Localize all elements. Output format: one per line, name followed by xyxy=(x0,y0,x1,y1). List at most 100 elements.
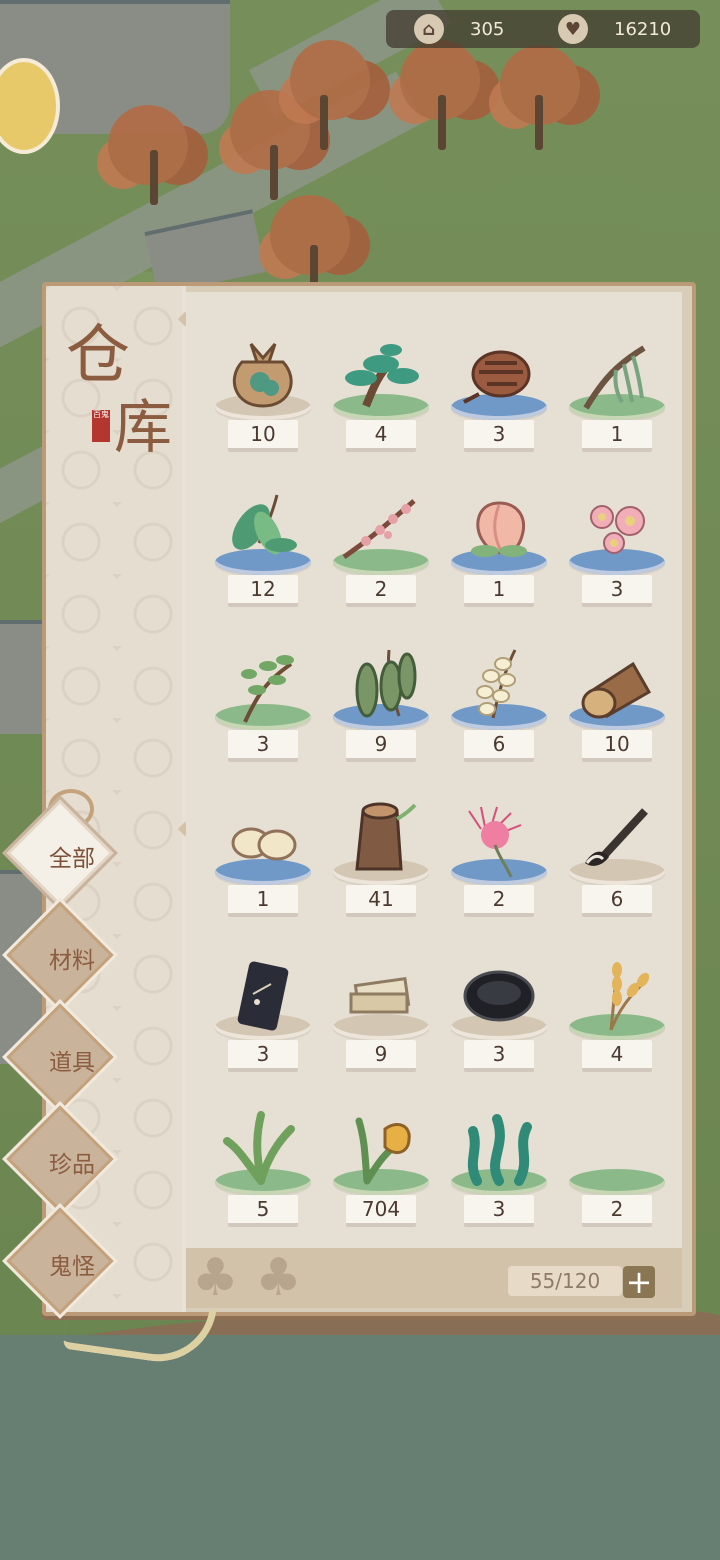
willow-branch-icon xyxy=(572,336,662,414)
seeds-icon xyxy=(218,801,308,879)
item-slot-ink-stick[interactable]: 3 xyxy=(208,956,318,1074)
item-slot-wheat[interactable]: 4 xyxy=(562,956,672,1074)
peach-icon xyxy=(454,491,544,569)
item-slot-cherry-blossom[interactable]: 3 xyxy=(562,491,672,609)
item-grid: 10 4 3 1 12 2 1 3 3 9 6 10 1 41 2 6 3 9 3 4 5 704 3 2 xyxy=(186,292,682,1248)
tab-all[interactable]: 全部 xyxy=(2,795,122,915)
ink-stick-icon xyxy=(218,956,308,1034)
lake-water xyxy=(0,1335,720,1560)
item-count: 6 xyxy=(582,885,652,917)
item-count: 10 xyxy=(228,420,298,452)
red-seal: 百鬼 xyxy=(92,410,110,442)
item-count: 3 xyxy=(228,730,298,762)
item-slot-calligraphy-brush[interactable]: 6 xyxy=(562,801,672,919)
yellow-flower-plant-icon xyxy=(336,1111,426,1189)
item-count: 9 xyxy=(346,730,416,762)
bamboo-decoration: ♣ ♣ xyxy=(192,1248,302,1308)
building-roof xyxy=(0,620,42,734)
item-count: 3 xyxy=(464,1195,534,1227)
item-count: 9 xyxy=(346,1040,416,1072)
item-slot-seeds[interactable]: 1 xyxy=(208,801,318,919)
tree-trunk xyxy=(320,95,328,150)
item-slot-willow-branch[interactable]: 1 xyxy=(562,336,672,454)
item-slot-green-leaves[interactable]: 12 xyxy=(208,491,318,609)
item-count: 1 xyxy=(464,575,534,607)
item-count: 6 xyxy=(464,730,534,762)
item-count: 1 xyxy=(582,420,652,452)
item-slot-bonsai-pine[interactable]: 4 xyxy=(326,336,436,454)
item-slot-seaweed[interactable]: 3 xyxy=(444,1111,554,1229)
warehouse-panel: 仓 库 百鬼 10 4 3 1 12 2 1 3 3 9 6 10 1 41 2 6 3 9 3 4 5 704 3 2 ♣ … xyxy=(42,282,696,1316)
tree-trunk xyxy=(438,95,446,150)
grass-tuft-icon xyxy=(218,1111,308,1189)
item-slot-pinecone[interactable]: 3 xyxy=(444,336,554,454)
calligraphy-brush-icon xyxy=(572,801,662,879)
pink-silk-flower-icon xyxy=(454,801,544,879)
item-count: 41 xyxy=(346,885,416,917)
item-count: 4 xyxy=(582,1040,652,1072)
bean-pods-icon xyxy=(336,646,426,724)
heart-resource: ♥ 16210 xyxy=(558,14,671,44)
item-slot-seed-bag[interactable]: 10 xyxy=(208,336,318,454)
heart-icon: ♥ xyxy=(558,14,588,44)
tab-tools[interactable]: 道具 xyxy=(2,999,122,1119)
item-count: 10 xyxy=(582,730,652,762)
warehouse-title: 仓 库 百鬼 xyxy=(66,304,181,461)
item-slot-paper-stack[interactable]: 9 xyxy=(326,956,436,1074)
tab-treasures-label: 珍品 xyxy=(49,1152,95,1178)
item-slot-white-flowers[interactable]: 6 xyxy=(444,646,554,764)
title-char-2: 库 xyxy=(114,393,173,461)
item-slot-yellow-flower-plant[interactable]: 704 xyxy=(326,1111,436,1229)
tab-treasures[interactable]: 珍品 xyxy=(2,1101,122,1221)
heart-resource-value: 16210 xyxy=(614,18,672,40)
tab-materials[interactable]: 材料 xyxy=(2,897,122,1017)
maple-tree xyxy=(108,105,188,185)
pinecone-icon xyxy=(454,336,544,414)
item-slot-pink-silk-flower[interactable]: 2 xyxy=(444,801,554,919)
item-count: 704 xyxy=(346,1195,416,1227)
item-count: 3 xyxy=(464,420,534,452)
item-slot-inkstone[interactable]: 3 xyxy=(444,956,554,1074)
item-count: 2 xyxy=(464,885,534,917)
expand-storage-button[interactable]: + xyxy=(623,1266,655,1298)
wood-log-icon xyxy=(572,646,662,724)
tree-trunk xyxy=(535,95,543,150)
herb-sprig-icon xyxy=(218,646,308,724)
storage-capacity: 55/120 xyxy=(508,1266,622,1296)
item-count: 3 xyxy=(582,575,652,607)
item-slot-plum-blossom-branch[interactable]: 2 xyxy=(326,491,436,609)
plum-blossom-branch-icon xyxy=(336,491,426,569)
maple-tree xyxy=(290,40,370,120)
top-resource-bar: ⌂ 305 ♥ 16210 xyxy=(386,10,700,48)
seed-bag-icon xyxy=(218,336,308,414)
cherry-blossom-icon xyxy=(572,491,662,569)
item-slot-peach[interactable]: 1 xyxy=(444,491,554,609)
tree-trunk xyxy=(270,145,278,200)
item-slot-empty-slot[interactable]: 2 xyxy=(562,1111,672,1229)
tree-trunk xyxy=(150,150,158,205)
empty-slot-icon xyxy=(572,1111,662,1189)
temple-resource-value: 305 xyxy=(470,18,505,40)
item-slot-bean-pods[interactable]: 9 xyxy=(326,646,436,764)
item-count: 2 xyxy=(346,575,416,607)
tab-materials-label: 材料 xyxy=(49,948,95,974)
tree-stump-icon xyxy=(336,801,426,879)
item-count: 3 xyxy=(228,1040,298,1072)
item-slot-herb-sprig[interactable]: 3 xyxy=(208,646,318,764)
inkstone-icon xyxy=(454,956,544,1034)
green-leaves-icon xyxy=(218,491,308,569)
item-count: 2 xyxy=(582,1195,652,1227)
item-count: 5 xyxy=(228,1195,298,1227)
wheat-icon xyxy=(572,956,662,1034)
paper-stack-icon xyxy=(336,956,426,1034)
tab-ghosts-label: 鬼怪 xyxy=(49,1254,95,1280)
item-count: 1 xyxy=(228,885,298,917)
temple-icon: ⌂ xyxy=(414,14,444,44)
item-count: 12 xyxy=(228,575,298,607)
bonsai-pine-icon xyxy=(336,336,426,414)
item-slot-tree-stump[interactable]: 41 xyxy=(326,801,436,919)
item-slot-grass-tuft[interactable]: 5 xyxy=(208,1111,318,1229)
seaweed-icon xyxy=(454,1111,544,1189)
item-slot-wood-log[interactable]: 10 xyxy=(562,646,672,764)
tab-tools-label: 道具 xyxy=(49,1050,95,1076)
